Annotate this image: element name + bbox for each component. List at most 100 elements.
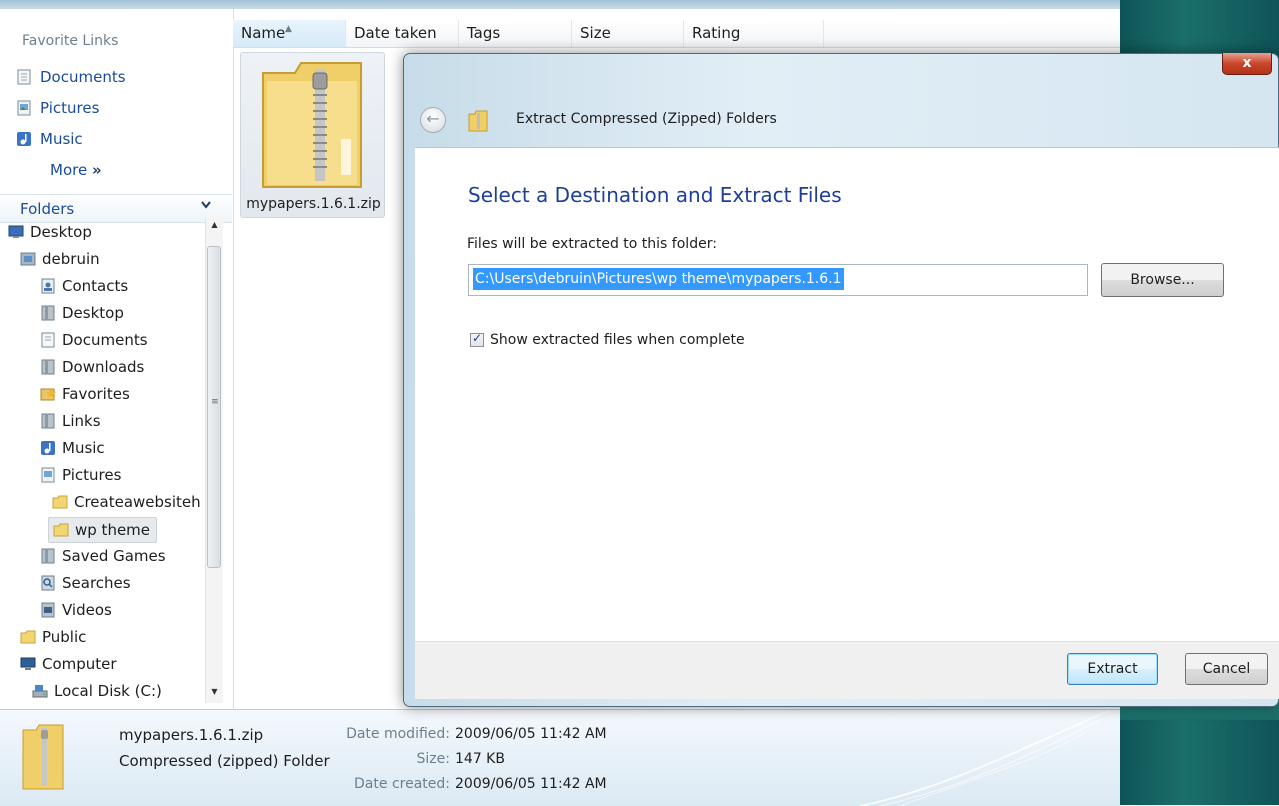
favorite-link-pictures[interactable]: Pictures <box>16 97 99 119</box>
tree-item-contacts[interactable]: Contacts <box>40 274 128 298</box>
destination-label: Files will be extracted to this folder: <box>467 236 717 252</box>
destination-path-text: C:\Users\debruin\Pictures\wp theme\mypap… <box>473 268 844 290</box>
column-header-date-taken[interactable]: Date taken <box>346 20 459 47</box>
favorite-link-documents[interactable]: Documents <box>16 66 126 88</box>
destination-path-input[interactable]: C:\Users\debruin\Pictures\wp theme\mypap… <box>468 264 1088 296</box>
column-header-rating[interactable]: Rating <box>684 20 824 47</box>
show-extracted-files-option[interactable]: ✓ Show extracted files when complete <box>470 331 745 348</box>
user-folder-icon <box>20 252 36 266</box>
tree-item-wp-theme[interactable]: wp theme <box>48 517 158 543</box>
details-file-type: Compressed (zipped) Folder <box>119 752 330 770</box>
dialog-content: Select a Destination and Extract Files F… <box>415 147 1279 642</box>
tree-item-desktop[interactable]: Desktop <box>8 220 92 244</box>
tree-item-downloads[interactable]: Downloads <box>40 355 144 379</box>
more-chevron-icon: » <box>91 161 102 179</box>
tree-item-label: Links <box>62 412 101 430</box>
tree-item-local-disk[interactable]: Local Disk (C:) <box>32 679 162 700</box>
details-date-created-value: 2009/06/05 11:42 AM <box>455 776 607 792</box>
favorite-link-label: Pictures <box>40 99 100 117</box>
column-header-tags[interactable]: Tags <box>459 20 572 47</box>
details-pane: mypapers.1.6.1.zip Compressed (zipped) F… <box>0 709 1120 806</box>
desktop-icon <box>8 225 24 238</box>
show-extracted-files-checkbox[interactable]: ✓ <box>470 331 484 347</box>
column-header-label: Tags <box>467 24 501 42</box>
file-name-label: mypapers.1.6.1.zip <box>246 196 381 212</box>
column-header-size[interactable]: Size <box>572 20 684 47</box>
close-icon: x <box>1242 55 1252 71</box>
tree-item-label: Videos <box>62 601 112 619</box>
sort-ascending-icon: ▲ <box>285 24 292 34</box>
tree-item-debruin[interactable]: debruin <box>20 247 100 271</box>
back-arrow-icon: ← <box>426 109 440 128</box>
pictures-icon <box>41 467 55 483</box>
folder-icon <box>41 413 55 429</box>
column-header-name[interactable]: ▲ Name <box>233 20 346 47</box>
documents-icon <box>17 69 31 85</box>
tree-item-music[interactable]: Music <box>40 436 105 460</box>
browse-button[interactable]: Browse... <box>1101 263 1224 297</box>
more-label: More <box>50 161 88 179</box>
folder-icon <box>20 630 36 644</box>
dialog-title: Extract Compressed (Zipped) Folders <box>516 111 777 127</box>
tree-item-label: Favorites <box>62 385 130 403</box>
tree-item-computer[interactable]: Computer <box>20 652 117 676</box>
folder-tree-scrollbar[interactable]: ▲ ≡ ▼ <box>205 218 223 703</box>
show-extracted-files-label: Show extracted files when complete <box>490 332 745 348</box>
tree-item-links[interactable]: Links <box>40 409 101 433</box>
tree-item-label: Contacts <box>62 277 129 295</box>
zip-folder-icon <box>468 110 488 132</box>
details-date-created-label: Date created: <box>354 776 450 792</box>
favorite-link-music[interactable]: Music <box>16 128 83 150</box>
tree-item-saved-games[interactable]: Saved Games <box>40 544 166 568</box>
tree-item-searches[interactable]: Searches <box>40 571 131 595</box>
column-header-label: Rating <box>692 24 741 42</box>
scrollbar-thumb[interactable]: ≡ <box>207 246 221 568</box>
tree-item-label: Searches <box>62 574 131 592</box>
grip-icon: ≡ <box>211 397 219 407</box>
extract-button[interactable]: Extract <box>1067 653 1158 685</box>
back-button[interactable]: ← <box>420 107 446 133</box>
folder-tree: Desktop debruin Contacts Desktop Documen… <box>0 220 206 700</box>
cancel-button[interactable]: Cancel <box>1185 653 1268 685</box>
chevron-down-icon[interactable] <box>200 199 212 215</box>
tree-item-public[interactable]: Public <box>20 625 86 649</box>
tree-item-label: Createawebsiteh <box>74 493 201 511</box>
folder-icon <box>41 305 55 321</box>
tree-item-label: Desktop <box>62 304 124 322</box>
favorite-links-title: Favorite Links <box>22 33 119 49</box>
tree-item-label: Public <box>42 628 87 646</box>
tree-item-label: Computer <box>42 655 117 673</box>
scroll-up-arrow-icon[interactable]: ▲ <box>206 220 223 234</box>
tree-item-label: Saved Games <box>62 547 166 565</box>
folders-label: Folders <box>20 200 75 218</box>
folder-icon <box>41 548 55 564</box>
folder-icon <box>53 523 69 537</box>
folders-header[interactable]: Folders <box>0 194 232 223</box>
favorite-links-more[interactable]: More » <box>50 161 102 179</box>
checkmark-icon: ✓ <box>472 331 483 345</box>
tree-item-documents[interactable]: Documents <box>40 328 148 352</box>
tree-item-favorites[interactable]: Favorites <box>40 382 130 406</box>
file-item-zip[interactable]: mypapers.1.6.1.zip <box>240 52 385 218</box>
column-header-label: Date taken <box>354 24 437 42</box>
pictures-icon <box>17 100 31 116</box>
scroll-down-arrow-icon[interactable]: ▼ <box>206 687 223 701</box>
column-header-label: Name <box>241 24 286 42</box>
tree-item-label: debruin <box>42 250 100 268</box>
music-icon <box>17 132 31 146</box>
dialog-footer: Extract Cancel <box>415 641 1279 699</box>
folder-icon <box>41 359 55 375</box>
details-file-name: mypapers.1.6.1.zip <box>119 726 264 744</box>
close-button[interactable]: x <box>1222 53 1272 75</box>
tree-item-pictures[interactable]: Pictures <box>40 463 121 487</box>
window-top-strip <box>0 0 1120 9</box>
extract-dialog: x ← Extract Compressed (Zipped) Folders … <box>403 53 1279 707</box>
tree-item-videos[interactable]: Videos <box>40 598 112 622</box>
column-header-row: ▲ Name Date taken Tags Size Rating <box>233 20 1120 48</box>
aero-streaks-decoration <box>859 710 1111 806</box>
search-icon <box>41 575 55 591</box>
music-icon <box>41 441 55 455</box>
details-size-label: Size: <box>416 751 450 767</box>
tree-item-createawebsiteh[interactable]: Createawebsiteh <box>52 490 201 514</box>
tree-item-desktop-folder[interactable]: Desktop <box>40 301 124 325</box>
